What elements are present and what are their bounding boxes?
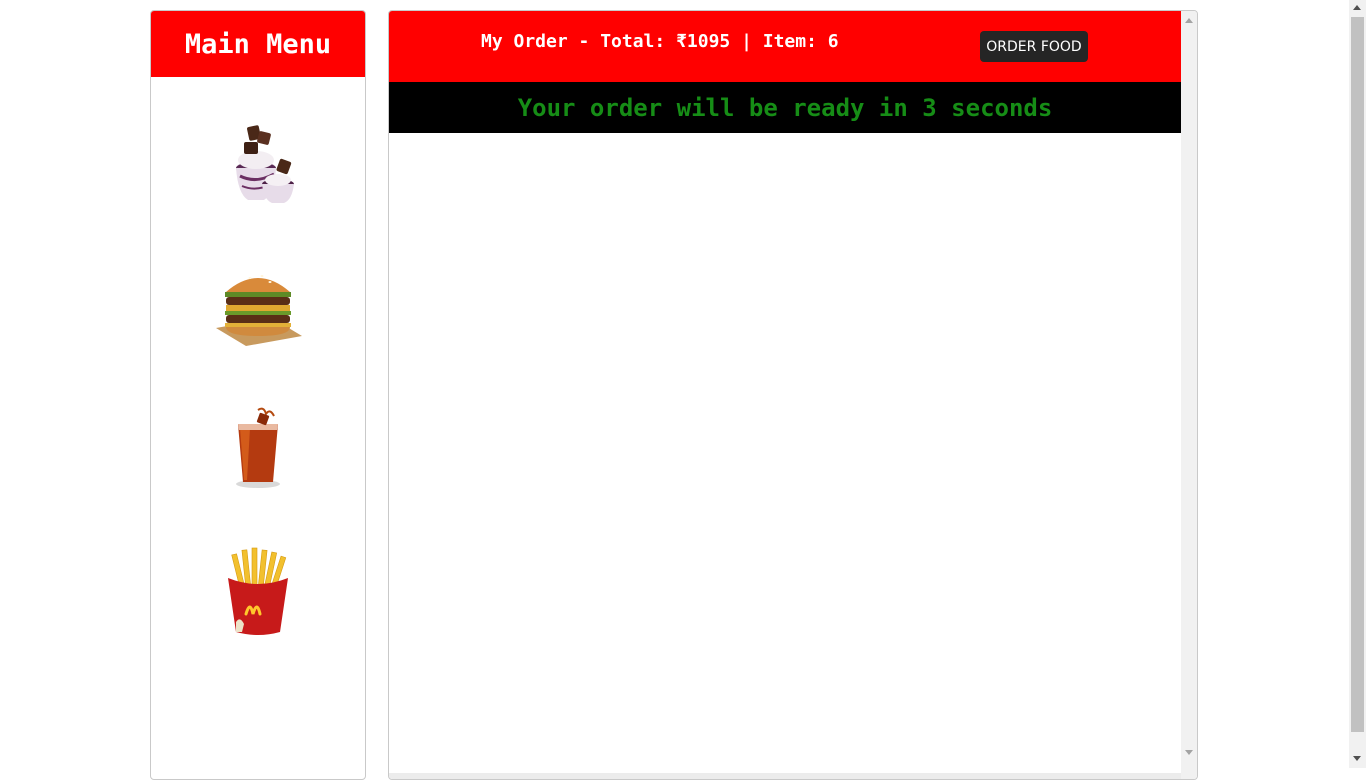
order-food-button[interactable]: ORDER FOOD [980,31,1088,62]
page-scroll-down-icon[interactable] [1353,756,1361,761]
sundae-icon [236,125,294,203]
main-menu-title: Main Menu [151,11,365,77]
main-menu-sidebar: Main Menu [150,10,366,780]
menu-item-sundae[interactable] [151,116,365,206]
order-status-text: Your order will be ready in 3 seconds [517,93,1053,122]
burger-icon [216,275,302,346]
order-panel-horizontal-scrollbar[interactable] [389,773,1181,779]
cola-drink-icon [236,407,280,488]
menu-item-cola[interactable] [151,406,365,488]
scroll-up-icon[interactable] [1185,18,1193,23]
page-scroll-up-icon[interactable] [1353,5,1361,10]
order-panel-scrollbar[interactable] [1181,11,1197,779]
fries-icon [228,547,288,635]
menu-item-burger[interactable] [151,266,365,348]
menu-item-fries[interactable] [151,546,365,638]
order-status-banner: Your order will be ready in 3 seconds [389,82,1181,133]
page-scrollbar[interactable] [1349,0,1366,768]
order-summary: My Order - Total: ₹1095 | Item: 6 [481,31,839,52]
order-header: My Order - Total: ₹1095 | Item: 6 ORDER … [389,11,1181,82]
order-panel: My Order - Total: ₹1095 | Item: 6 ORDER … [388,10,1198,780]
page-scroll-thumb[interactable] [1351,17,1364,732]
scroll-down-icon[interactable] [1185,750,1193,755]
